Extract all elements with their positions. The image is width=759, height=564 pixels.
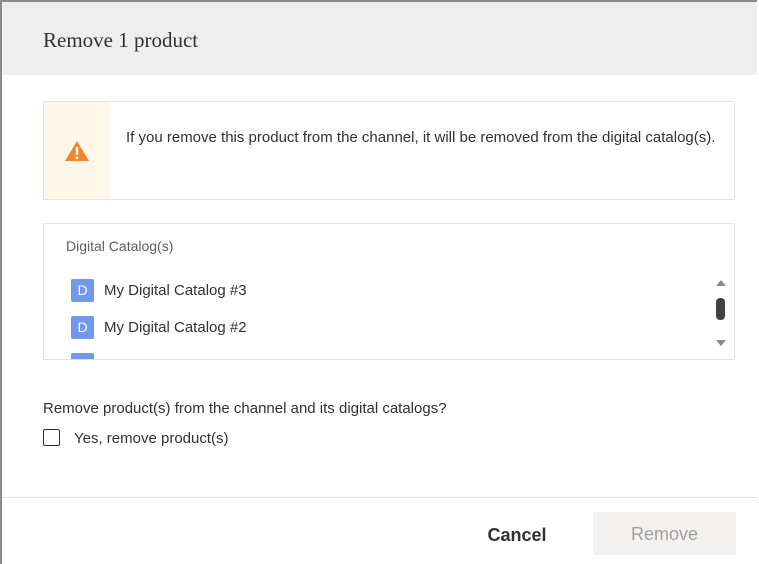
catalog-name: My Digital Catalog #3 (104, 282, 247, 299)
scroll-down-arrow-icon[interactable] (716, 340, 726, 346)
warning-message-box: If you remove this product from the chan… (43, 101, 735, 200)
catalogs-scrollbar[interactable] (714, 276, 728, 348)
scroll-up-arrow-icon[interactable] (716, 280, 726, 286)
footer-divider (2, 497, 757, 498)
confirm-checkbox-label[interactable]: Yes, remove product(s) (74, 430, 229, 447)
scrollbar-thumb[interactable] (716, 298, 725, 320)
confirm-checkbox[interactable] (43, 429, 60, 446)
cancel-button[interactable]: Cancel (466, 513, 568, 555)
digital-catalog-badge: D (71, 316, 94, 339)
dialog-header: Remove 1 product (2, 2, 757, 75)
warning-icon-strip (44, 102, 110, 199)
warning-text: If you remove this product from the chan… (126, 129, 716, 146)
remove-button[interactable]: Remove (593, 512, 736, 555)
confirm-question: Remove product(s) from the channel and i… (43, 400, 447, 417)
digital-catalog-badge: D (71, 279, 94, 302)
remove-product-dialog: Remove 1 product If you remove this prod… (0, 0, 757, 564)
digital-catalogs-label: Digital Catalog(s) (66, 238, 174, 254)
digital-catalog-badge: D (71, 353, 94, 359)
dialog-title: Remove 1 product (43, 28, 199, 52)
catalog-name: My Digital Catalog #2 (104, 319, 247, 336)
digital-catalogs-panel: Digital Catalog(s) D My Digital Catalog … (43, 223, 735, 360)
